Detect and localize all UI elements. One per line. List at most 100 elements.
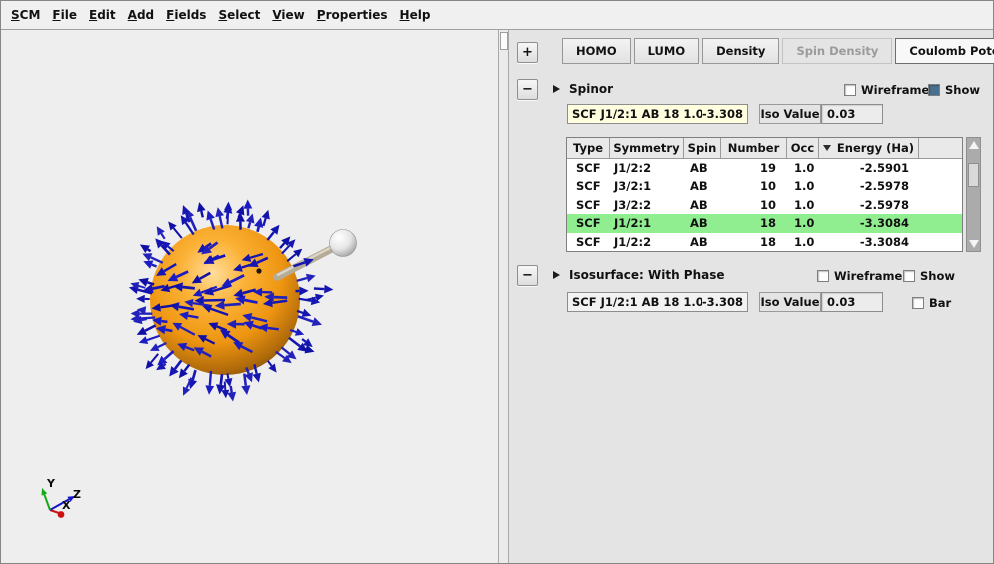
axis-triad: Y Z X — [42, 477, 81, 518]
tab-spin-density: Spin Density — [782, 38, 892, 64]
isosurface-isovalue-input[interactable]: 0.03 — [821, 292, 883, 312]
checkbox-icon[interactable] — [912, 297, 924, 309]
isosurface-disclosure-icon[interactable] — [553, 271, 560, 279]
isosurface-section-title: Isosurface: With Phase — [569, 267, 725, 283]
cell: SCF — [567, 214, 610, 232]
column-header-filler — [919, 138, 962, 158]
spinor-isovalue-input[interactable]: 0.03 — [821, 104, 883, 124]
cell: 1.0 — [787, 196, 819, 214]
cell: 18 — [721, 214, 787, 232]
menu-edit[interactable]: Edit — [84, 5, 121, 25]
cell: SCF — [567, 159, 610, 177]
show-label: Show — [920, 269, 955, 283]
orbital-energy: -3.308 — [702, 295, 743, 309]
column-header-symmetry[interactable]: Symmetry — [610, 138, 684, 158]
cell: SCF — [567, 177, 610, 195]
cell: -3.3084 — [819, 214, 919, 232]
column-header-occ[interactable]: Occ — [787, 138, 819, 158]
orbital-table-wrap: TypeSymmetrySpinNumberOccEnergy (Ha)SCFJ… — [566, 137, 981, 252]
collapse-spinor-button[interactable]: − — [517, 79, 538, 100]
sort-desc-icon — [823, 145, 831, 151]
scroll-down-icon[interactable] — [969, 240, 979, 248]
isosurface-wireframe-checkbox[interactable]: Wireframe — [817, 268, 902, 283]
cell: 18 — [721, 233, 787, 251]
orbital-row[interactable]: SCFJ1/2:1AB181.0-3.3084 — [567, 214, 962, 232]
bar-label: Bar — [929, 296, 951, 310]
menu-fields[interactable]: Fields — [161, 5, 211, 25]
fields-panel: + HOMOLUMODensitySpin DensityCoulomb Pot… — [509, 30, 993, 563]
cell: -3.3084 — [819, 233, 919, 251]
spinor-wireframe-checkbox[interactable]: Wireframe — [844, 82, 929, 97]
cell: AB — [684, 196, 721, 214]
cell: J1/2:2 — [610, 159, 684, 177]
orbital-name: SCF J1/2:1 AB 18 1.0 — [572, 295, 702, 309]
isosurface-bar-checkbox[interactable]: Bar — [912, 295, 951, 310]
column-header-type[interactable]: Type — [567, 138, 610, 158]
cell: J1/2:1 — [610, 214, 684, 232]
cell: 10 — [721, 177, 787, 195]
orbital-row[interactable]: SCFJ1/2:2AB191.0-2.5901 — [567, 159, 962, 177]
cell: 1.0 — [787, 233, 819, 251]
spinor-orbital-field[interactable]: SCF J1/2:1 AB 18 1.0 -3.308 — [567, 104, 748, 124]
main-content: Y Z X + HOMOLUMODensitySpin DensityCoulo… — [1, 30, 993, 563]
orbital-row[interactable]: SCFJ1/2:2AB181.0-3.3084 — [567, 233, 962, 251]
column-header-number[interactable]: Number — [721, 138, 787, 158]
cell — [919, 214, 962, 232]
isosurface-isovalue-label: Iso Value — [759, 292, 821, 312]
checkbox-icon[interactable] — [928, 84, 940, 96]
3d-viewport[interactable]: Y Z X — [1, 30, 498, 563]
orbital-energy: -3.308 — [702, 107, 743, 121]
orbital-name: SCF J1/2:1 AB 18 1.0 — [572, 107, 702, 121]
orbital-table[interactable]: TypeSymmetrySpinNumberOccEnergy (Ha)SCFJ… — [566, 137, 963, 252]
panel-scrollbar[interactable] — [498, 30, 509, 563]
cell: 19 — [721, 159, 787, 177]
cell: -2.5901 — [819, 159, 919, 177]
axis-label-x: X — [62, 499, 71, 512]
menu-file[interactable]: File — [47, 5, 82, 25]
cell: AB — [684, 233, 721, 251]
spinor-disclosure-icon[interactable] — [553, 85, 560, 93]
panel-scrollbar-thumb[interactable] — [500, 32, 508, 50]
column-header-spin[interactable]: Spin — [684, 138, 721, 158]
column-header-energy-ha-[interactable]: Energy (Ha) — [819, 138, 919, 158]
axis-label-y: Y — [46, 477, 56, 490]
orbital-row[interactable]: SCFJ3/2:2AB101.0-2.5978 — [567, 196, 962, 214]
x-axis-dot — [58, 511, 65, 518]
molecule-scene: Y Z X — [1, 30, 498, 563]
checkbox-icon[interactable] — [903, 270, 915, 282]
hydrogen-atom[interactable] — [330, 230, 357, 257]
tab-density[interactable]: Density — [702, 38, 779, 64]
menu-properties[interactable]: Properties — [312, 5, 393, 25]
table-header: TypeSymmetrySpinNumberOccEnergy (Ha) — [567, 138, 962, 159]
tab-coulomb-potential[interactable]: Coulomb Potential — [895, 38, 994, 64]
checkbox-icon[interactable] — [844, 84, 856, 96]
cell — [919, 177, 962, 195]
tab-lumo[interactable]: LUMO — [634, 38, 699, 64]
cell — [919, 233, 962, 251]
isosurface-show-checkbox[interactable]: Show — [903, 268, 955, 283]
cell: 1.0 — [787, 214, 819, 232]
menu-help[interactable]: Help — [395, 5, 436, 25]
orbital-row[interactable]: SCFJ3/2:1AB101.0-2.5978 — [567, 177, 962, 195]
menu-view[interactable]: View — [267, 5, 309, 25]
cell: -2.5978 — [819, 196, 919, 214]
spinor-section-title: Spinor — [569, 81, 613, 97]
table-scrollbar[interactable] — [966, 137, 981, 252]
table-scrollbar-thumb[interactable] — [968, 163, 979, 187]
menu-scm[interactable]: SCM — [6, 5, 45, 25]
tab-homo[interactable]: HOMO — [562, 38, 631, 64]
spinor-show-checkbox[interactable]: Show — [928, 82, 980, 97]
checkbox-icon[interactable] — [817, 270, 829, 282]
collapse-isosurface-button[interactable]: − — [517, 265, 538, 286]
wireframe-label: Wireframe — [834, 269, 902, 283]
field-tabs: HOMOLUMODensitySpin DensityCoulomb Poten… — [562, 38, 994, 64]
menu-add[interactable]: Add — [123, 5, 159, 25]
add-field-button[interactable]: + — [517, 42, 538, 63]
scroll-up-icon[interactable] — [969, 141, 979, 149]
cell: AB — [684, 177, 721, 195]
cell: J3/2:1 — [610, 177, 684, 195]
isosurface-orbital-field[interactable]: SCF J1/2:1 AB 18 1.0 -3.308 — [567, 292, 748, 312]
cell — [919, 159, 962, 177]
menu-select[interactable]: Select — [213, 5, 265, 25]
cell: AB — [684, 214, 721, 232]
